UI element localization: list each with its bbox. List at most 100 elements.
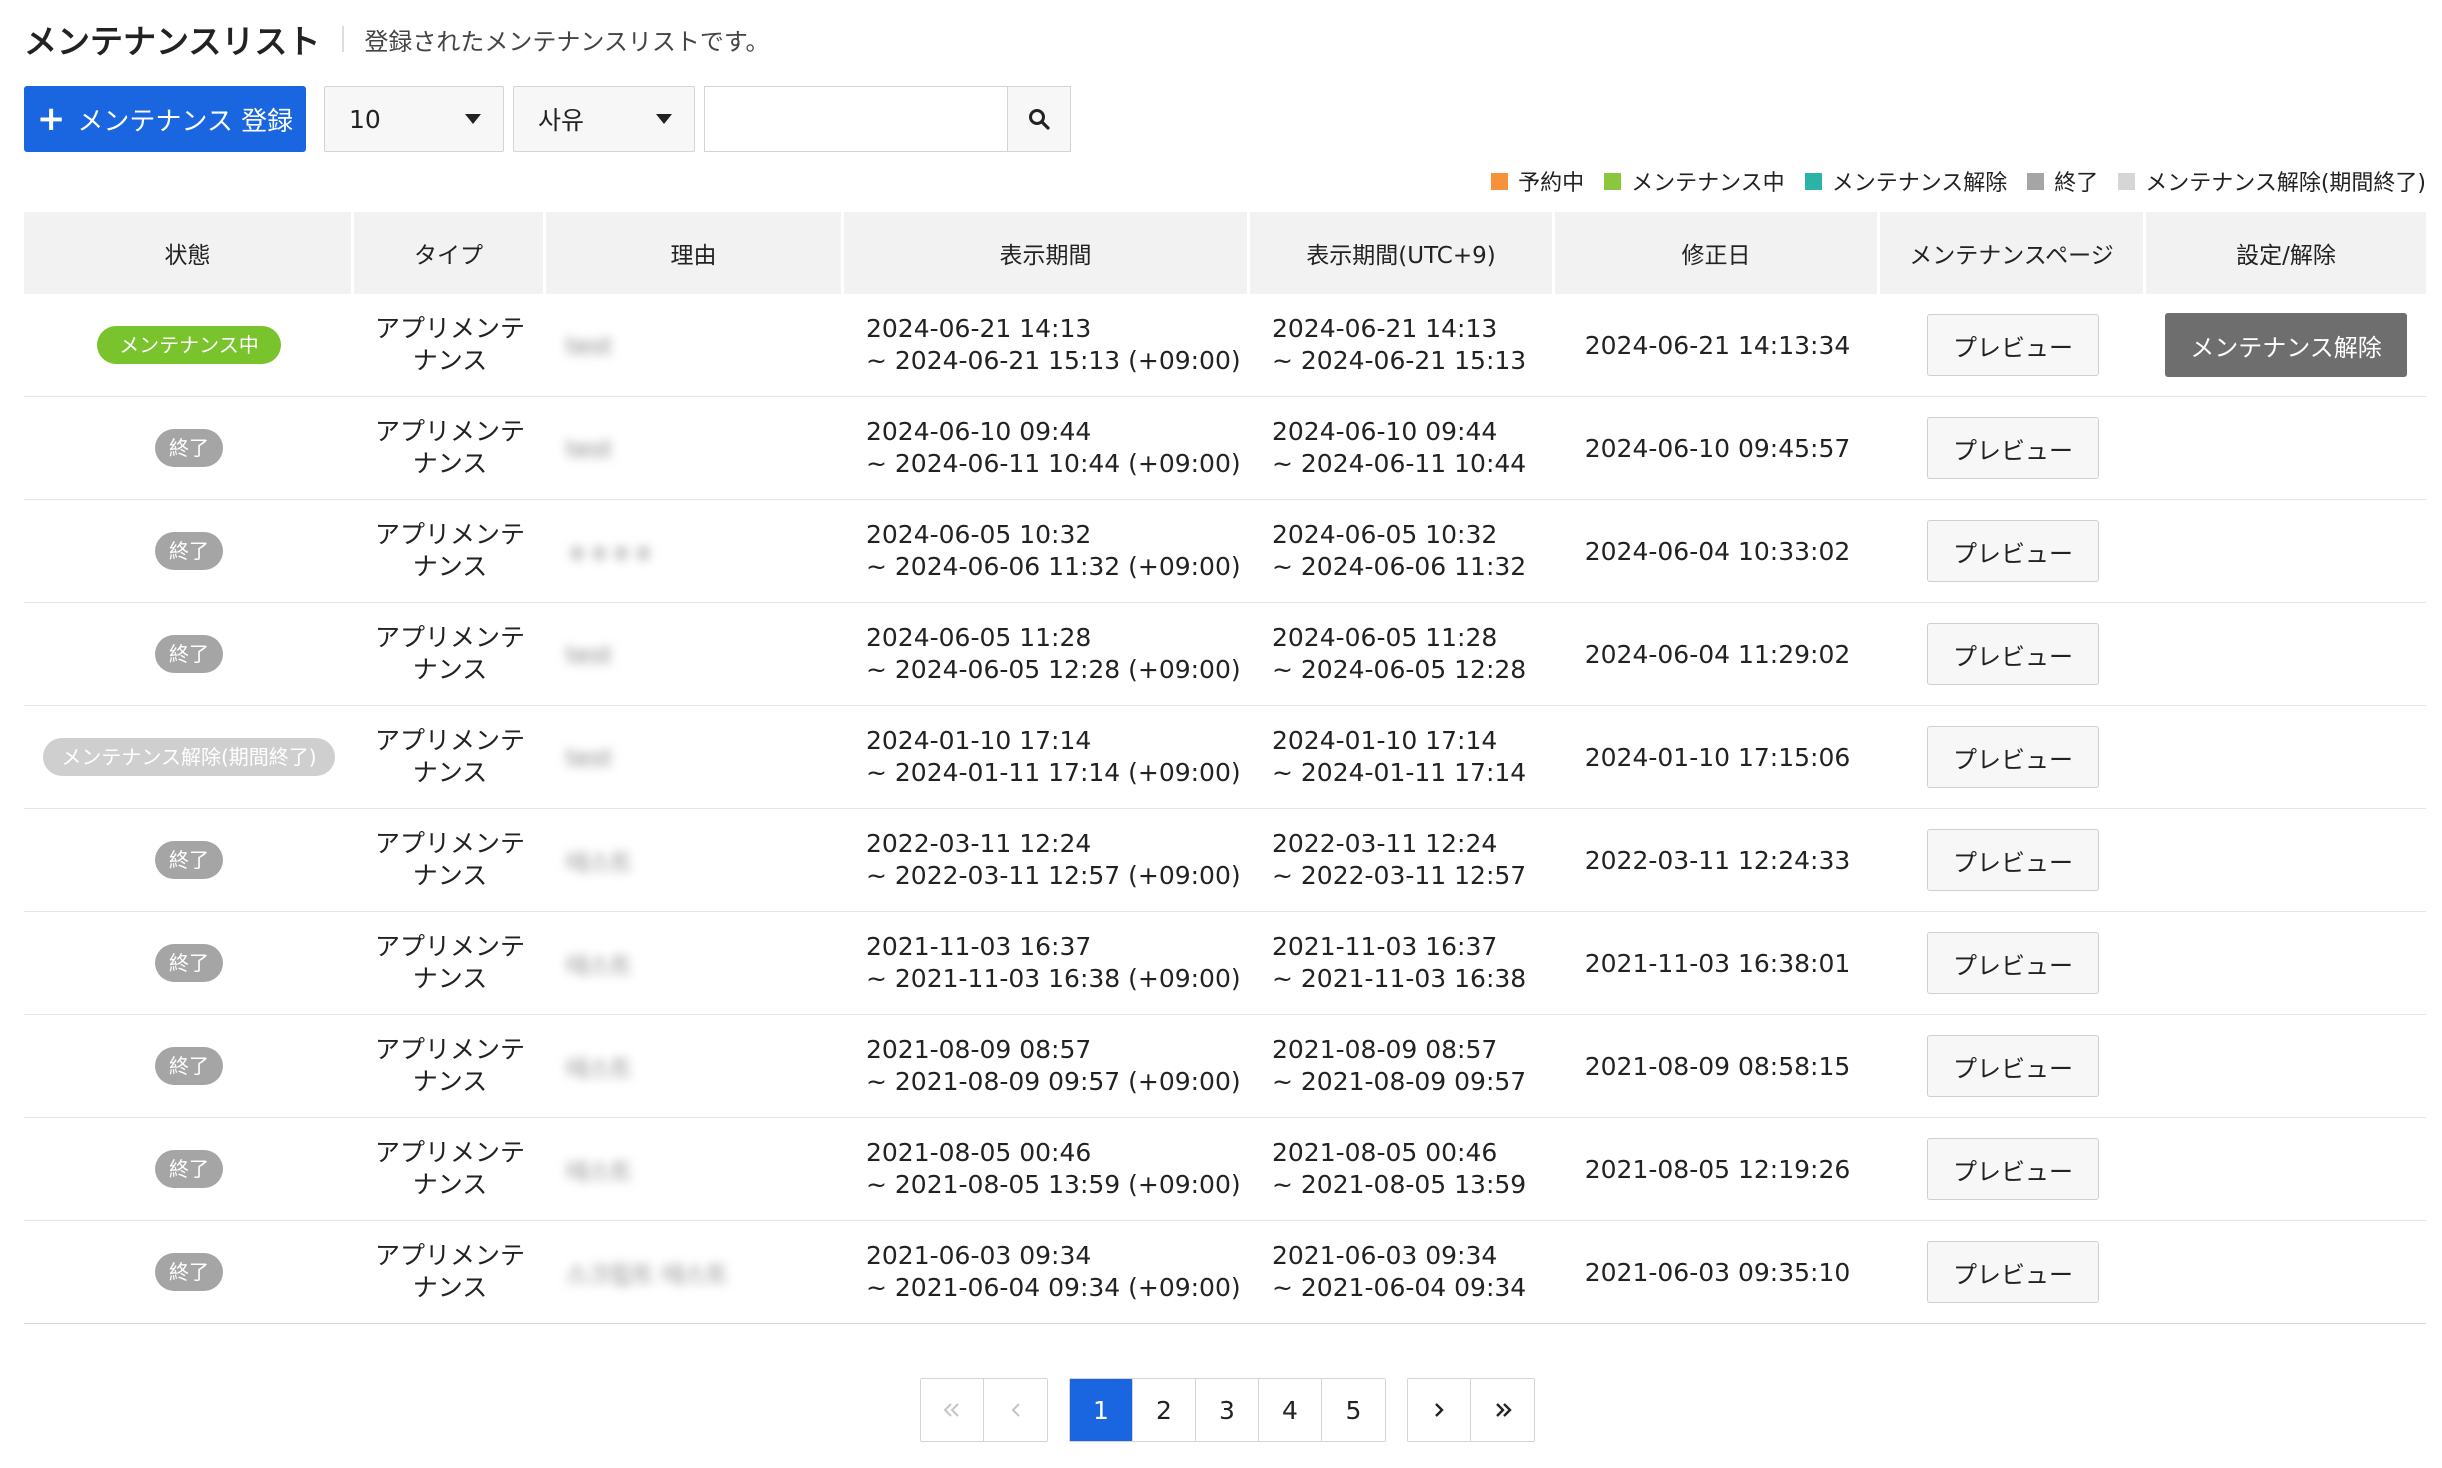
setting-cell bbox=[2146, 809, 2426, 912]
modified-cell: 2024-06-10 09:45:57 bbox=[1555, 397, 1880, 500]
period-utc-start: 2021-08-05 00:46 bbox=[1272, 1137, 1498, 1167]
column-header-modified: 修正日 bbox=[1555, 212, 1880, 294]
period-start: 2024-06-10 09:44 bbox=[866, 416, 1092, 446]
table-row: メンテナンス解除(期間終了) アプリメンテ ナンス test 2024-01-10 17… bbox=[24, 706, 2426, 809]
register-maintenance-button[interactable]: + メンテナンス 登録 bbox=[24, 86, 306, 152]
period-utc-end: ~ 2024-06-05 12:28 bbox=[1272, 655, 1527, 684]
page-header: メンテナンスリスト 登録されたメンテナンスリストです。 bbox=[24, 14, 769, 64]
modified-cell: 2021-08-09 08:58:15 bbox=[1555, 1015, 1880, 1118]
title-divider bbox=[342, 26, 345, 52]
type-line: ナンス bbox=[412, 346, 488, 375]
search-icon bbox=[1029, 109, 1050, 130]
caret-down-icon bbox=[656, 114, 672, 124]
period-cell: 2024-06-05 11:28 ~ 2024-06-05 12:28 (+09:… bbox=[844, 603, 1250, 706]
type-line: ナンス bbox=[412, 1067, 488, 1096]
type-line: ナンス bbox=[412, 861, 488, 890]
status-cell: 終了 bbox=[24, 809, 354, 912]
period-utc-start: 2021-06-03 09:34 bbox=[1272, 1240, 1498, 1270]
type-cell: アプリメンテ ナンス bbox=[354, 912, 546, 1015]
column-header-status: 状態 bbox=[24, 212, 354, 294]
preview-button[interactable]: プレビュー bbox=[1927, 1035, 2099, 1097]
page-button[interactable]: 5 bbox=[1322, 1379, 1385, 1441]
reason-cell: test bbox=[546, 294, 844, 397]
preview-button[interactable]: プレビュー bbox=[1927, 314, 2099, 376]
page-button[interactable]: 1 bbox=[1070, 1379, 1133, 1441]
column-header-maintenance-page: メンテナンスページ bbox=[1880, 212, 2146, 294]
preview-button[interactable]: プレビュー bbox=[1927, 1138, 2099, 1200]
period-utc-start: 2024-01-10 17:14 bbox=[1272, 725, 1498, 755]
preview-button[interactable]: プレビュー bbox=[1927, 726, 2099, 788]
period-end: ~ 2024-06-11 10:44 (+09:00) bbox=[866, 449, 1241, 478]
page-button[interactable]: 4 bbox=[1259, 1379, 1322, 1441]
preview-button[interactable]: プレビュー bbox=[1927, 417, 2099, 479]
period-utc-end: ~ 2024-06-21 15:13 bbox=[1272, 346, 1527, 375]
modified-cell: 2024-06-21 14:13:34 bbox=[1555, 294, 1880, 397]
period-cell: 2021-06-03 09:34 ~ 2021-06-04 09:34 (+09:… bbox=[844, 1221, 1250, 1324]
table-row: 終了 アプリメンテ ナンス test 2024-06-05 11:28 ~ 2024-06… bbox=[24, 603, 2426, 706]
type-cell: アプリメンテ ナンス bbox=[354, 1118, 546, 1221]
column-header-reason: 理由 bbox=[546, 212, 844, 294]
page-size-select[interactable]: 10 bbox=[324, 86, 504, 152]
type-line: アプリメンテ bbox=[374, 519, 525, 549]
status-badge: 終了 bbox=[155, 635, 223, 673]
chevron-right-icon bbox=[1435, 1403, 1444, 1417]
period-utc-start: 2022-03-11 12:24 bbox=[1272, 828, 1498, 858]
table-row: 終了 アプリメンテ ナンス test 2024-06-10 09:44 ~ 2024-06… bbox=[24, 397, 2426, 500]
status-cell: 終了 bbox=[24, 603, 354, 706]
release-maintenance-button[interactable]: メンテナンス解除 bbox=[2165, 313, 2407, 377]
search-type-select[interactable]: 사유 bbox=[513, 86, 695, 152]
prev-page-button[interactable] bbox=[984, 1379, 1047, 1441]
legend-label: メンテナンス解除 bbox=[1831, 171, 2008, 196]
preview-button[interactable]: プレビュー bbox=[1927, 1241, 2099, 1303]
column-header-setting: 設定/解除 bbox=[2146, 212, 2426, 294]
period-utc-end: ~ 2021-06-04 09:34 bbox=[1272, 1273, 1527, 1302]
preview-button[interactable]: プレビュー bbox=[1927, 829, 2099, 891]
pagination-next-group bbox=[1407, 1378, 1535, 1442]
search-input[interactable] bbox=[704, 86, 1008, 152]
period-utc-cell: 2024-06-05 10:32 ~ 2024-06-06 11:32 bbox=[1250, 500, 1555, 603]
first-page-button[interactable] bbox=[921, 1379, 984, 1441]
last-page-button[interactable] bbox=[1471, 1379, 1534, 1441]
preview-cell: プレビュー bbox=[1880, 809, 2146, 912]
legend-label: メンテナンス中 bbox=[1631, 171, 1785, 196]
page-title: メンテナンスリスト bbox=[24, 22, 321, 61]
period-cell: 2024-06-10 09:44 ~ 2024-06-11 10:44 (+09:… bbox=[844, 397, 1250, 500]
type-line: ナンス bbox=[412, 964, 488, 993]
page-description: 登録されたメンテナンスリストです。 bbox=[364, 27, 770, 56]
setting-cell bbox=[2146, 1118, 2426, 1221]
preview-cell: プレビュー bbox=[1880, 1221, 2146, 1324]
column-header-period-utc: 表示期間(UTC+9) bbox=[1250, 212, 1555, 294]
type-cell: アプリメンテ ナンス bbox=[354, 706, 546, 809]
search-button[interactable] bbox=[1008, 86, 1071, 152]
reason-cell: 스크립트 테스트 bbox=[546, 1221, 844, 1324]
status-cell: 終了 bbox=[24, 500, 354, 603]
type-line: ナンス bbox=[412, 1273, 488, 1302]
preview-cell: プレビュー bbox=[1880, 706, 2146, 809]
legend-item: メンテナンス解除(期間終了) bbox=[2118, 165, 2426, 197]
plus-icon: + bbox=[36, 99, 66, 139]
status-cell: 終了 bbox=[24, 1015, 354, 1118]
caret-down-icon bbox=[465, 114, 481, 124]
preview-button[interactable]: プレビュー bbox=[1927, 520, 2099, 582]
preview-button[interactable]: プレビュー bbox=[1927, 623, 2099, 685]
type-line: ナンス bbox=[412, 758, 488, 787]
legend-label: メンテナンス解除(期間終了) bbox=[2145, 171, 2426, 196]
reason-text: ㅎㅎㅎㅎ bbox=[566, 539, 655, 568]
setting-cell bbox=[2146, 603, 2426, 706]
next-page-button[interactable] bbox=[1408, 1379, 1471, 1441]
status-legend: 予約中 メンテナンス中 メンテナンス解除 終了 メンテナンス解除(期間終了) bbox=[1491, 166, 2426, 196]
reason-text: test bbox=[566, 434, 613, 463]
preview-button[interactable]: プレビュー bbox=[1927, 932, 2099, 994]
modified-cell: 2021-11-03 16:38:01 bbox=[1555, 912, 1880, 1015]
period-cell: 2021-08-05 00:46 ~ 2021-08-05 13:59 (+09:… bbox=[844, 1118, 1250, 1221]
period-cell: 2024-06-05 10:32 ~ 2024-06-06 11:32 (+09:… bbox=[844, 500, 1250, 603]
reason-cell: 테스트 bbox=[546, 1118, 844, 1221]
page-button[interactable]: 3 bbox=[1196, 1379, 1259, 1441]
table-row: 終了 アプリメンテ ナンス 테스트 2021-08-05 00:46 ~ 2021-08-… bbox=[24, 1118, 2426, 1221]
modified-cell: 2024-06-04 11:29:02 bbox=[1555, 603, 1880, 706]
page-button[interactable]: 2 bbox=[1133, 1379, 1196, 1441]
status-badge: 終了 bbox=[155, 1047, 223, 1085]
type-line: アプリメンテ bbox=[374, 416, 525, 446]
type-line: アプリメンテ bbox=[374, 725, 525, 755]
reason-cell: test bbox=[546, 397, 844, 500]
